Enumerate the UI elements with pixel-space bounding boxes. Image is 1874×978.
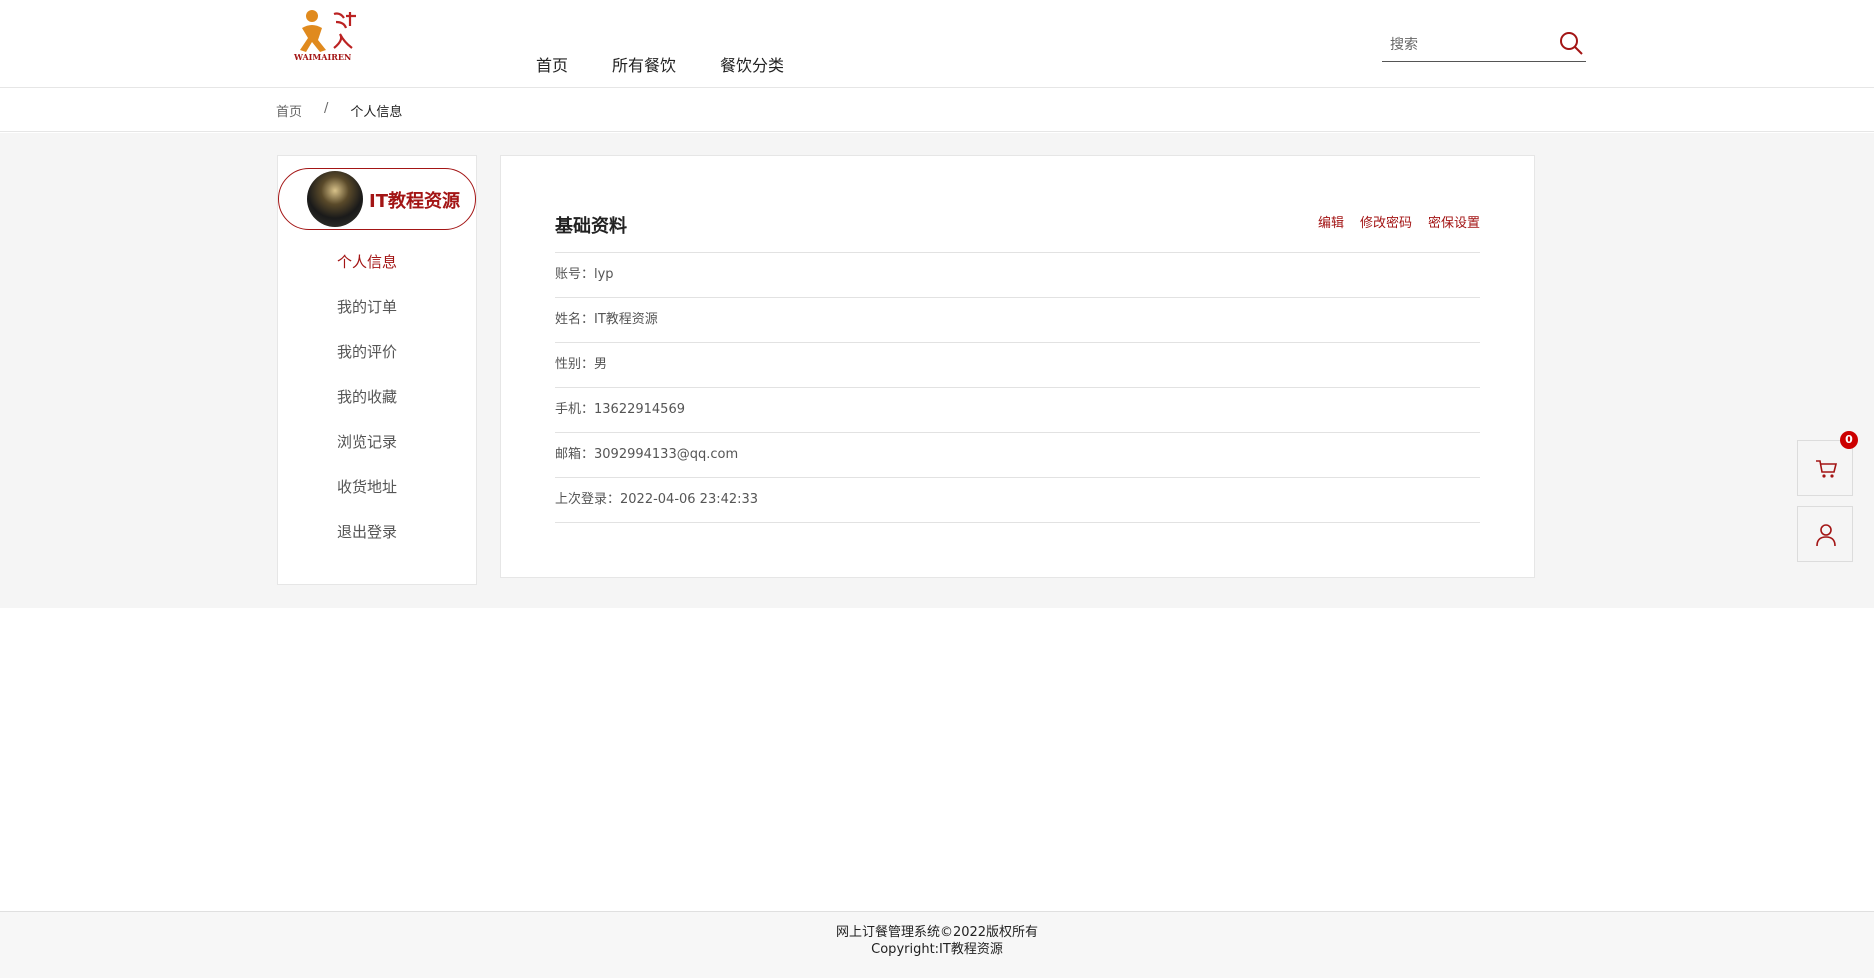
panel-title: 基础资料 — [555, 216, 627, 237]
search-input[interactable] — [1390, 34, 1550, 56]
sidebar-item-profile[interactable]: 个人信息 — [278, 240, 478, 285]
edit-link[interactable]: 编辑 — [1318, 212, 1344, 231]
nav-home[interactable]: 首页 — [536, 52, 568, 76]
header: WAIMAIREN 首页 所有餐饮 餐饮分类 — [0, 0, 1874, 88]
search-icon[interactable] — [1558, 30, 1584, 56]
user-card: IT教程资源 — [278, 168, 476, 230]
avatar — [307, 171, 363, 227]
user-button[interactable] — [1797, 506, 1853, 562]
profile-info-list: 账号：lyp 姓名：IT教程资源 性别：男 手机：13622914569 邮箱：… — [555, 252, 1480, 523]
user-name: IT教程资源 — [369, 191, 460, 212]
nav-categories[interactable]: 餐饮分类 — [720, 52, 784, 76]
sidebar-item-reviews[interactable]: 我的评价 — [278, 330, 478, 375]
sidebar-item-logout[interactable]: 退出登录 — [278, 510, 478, 555]
logo-icon[interactable]: WAIMAIREN — [292, 6, 372, 62]
breadcrumb-separator: / — [324, 101, 329, 116]
sidebar-item-orders[interactable]: 我的订单 — [278, 285, 478, 330]
security-settings-link[interactable]: 密保设置 — [1428, 212, 1480, 231]
breadcrumb-bar: 首页 / 个人信息 — [0, 88, 1874, 132]
user-icon — [1816, 524, 1836, 547]
info-row-name: 姓名：IT教程资源 — [555, 298, 1480, 343]
user-sidebar: IT教程资源 个人信息 我的订单 我的评价 我的收藏 浏览记录 收货地址 退出登… — [277, 155, 477, 585]
main-content: IT教程资源 个人信息 我的订单 我的评价 我的收藏 浏览记录 收货地址 退出登… — [0, 133, 1874, 608]
breadcrumb: 首页 / 个人信息 — [276, 101, 402, 120]
footer-copyright: 网上订餐管理系统©2022版权所有 — [835, 925, 1039, 940]
cart-button[interactable] — [1797, 440, 1853, 496]
footer-credit: Copyright:IT教程资源 — [871, 942, 1003, 957]
svg-text:WAIMAIREN: WAIMAIREN — [293, 52, 351, 62]
panel-actions: 编辑 修改密码 密保设置 — [1318, 212, 1480, 231]
sidebar-item-favorites[interactable]: 我的收藏 — [278, 375, 478, 420]
sidebar-item-addresses[interactable]: 收货地址 — [278, 465, 478, 510]
cart-icon — [1816, 460, 1838, 478]
sidebar-menu: 个人信息 我的订单 我的评价 我的收藏 浏览记录 收货地址 退出登录 — [278, 240, 478, 555]
change-password-link[interactable]: 修改密码 — [1360, 212, 1412, 231]
breadcrumb-current: 个人信息 — [350, 105, 403, 120]
breadcrumb-home[interactable]: 首页 — [276, 101, 302, 120]
info-row-email: 邮箱：3092994133@qq.com — [555, 433, 1480, 478]
footer: 网上订餐管理系统©2022版权所有 Copyright:IT教程资源 — [0, 911, 1874, 978]
main-nav: 首页 所有餐饮 餐饮分类 — [536, 52, 784, 76]
info-row-gender: 性别：男 — [555, 343, 1480, 388]
nav-all-restaurants[interactable]: 所有餐饮 — [612, 52, 676, 76]
profile-panel: 基础资料 编辑 修改密码 密保设置 账号：lyp 姓名：IT教程资源 性别：男 … — [500, 155, 1535, 578]
info-row-account: 账号：lyp — [555, 253, 1480, 298]
search-box — [1382, 28, 1586, 62]
sidebar-item-history[interactable]: 浏览记录 — [278, 420, 478, 465]
cart-count-badge: 0 — [1840, 431, 1858, 449]
info-row-phone: 手机：13622914569 — [555, 388, 1480, 433]
info-row-last-login: 上次登录：2022-04-06 23:42:33 — [555, 478, 1480, 523]
